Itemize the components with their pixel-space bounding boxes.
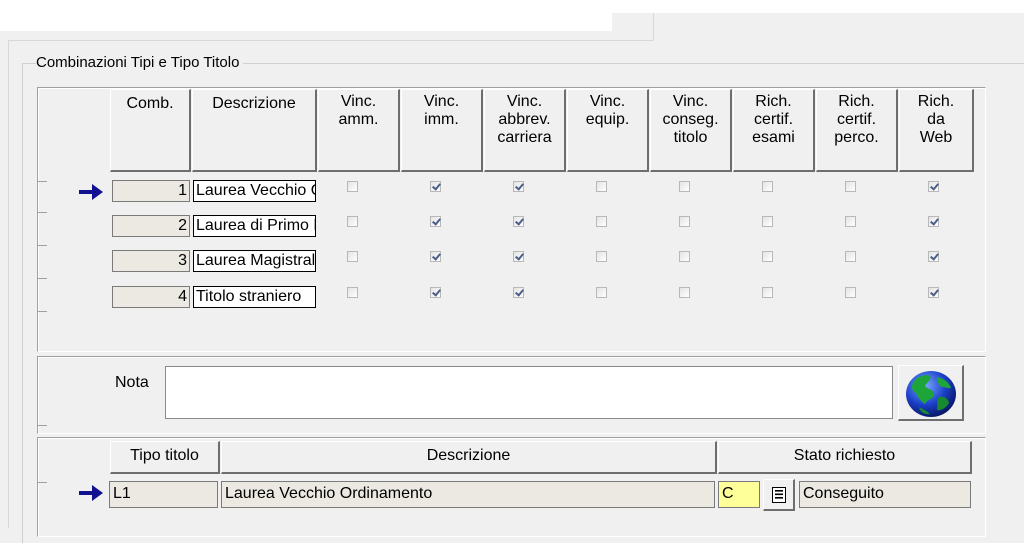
row-marker: [38, 245, 47, 246]
row-marker: [38, 425, 47, 426]
row-marker: [38, 181, 47, 182]
stato-code-input[interactable]: C: [718, 481, 760, 508]
divider: [8, 40, 9, 528]
checkbox-rich-certif-esami[interactable]: [762, 181, 773, 192]
header-descrizione[interactable]: Descrizione: [221, 441, 717, 474]
lookup-list-icon: [772, 487, 786, 503]
checkbox-rich-da-web[interactable]: [928, 251, 939, 262]
checkbox-rich-da-web[interactable]: [928, 181, 939, 192]
comb-number[interactable]: 1: [112, 180, 190, 202]
checkbox-vinc-imm[interactable]: [430, 216, 441, 227]
checkbox-vinc-conseg-titolo[interactable]: [679, 251, 690, 262]
top-blank-area: [0, 0, 612, 31]
row-marker: [38, 212, 47, 213]
checkbox-rich-certif-perco[interactable]: [845, 181, 856, 192]
header-rich-certif-esami[interactable]: Rich. certif. esami: [733, 89, 815, 172]
checkbox-vinc-imm[interactable]: [430, 287, 441, 298]
checkbox-vinc-amm[interactable]: [347, 216, 358, 227]
comb-description[interactable]: Titolo straniero: [193, 286, 316, 308]
checkbox-vinc-abbrev-carriera[interactable]: [513, 251, 524, 262]
globe-button[interactable]: [898, 365, 964, 421]
header-vinc-imm[interactable]: Vinc. imm.: [401, 89, 483, 172]
row-marker: [38, 278, 47, 279]
group-title: Combinazioni Tipi e Tipo Titolo: [36, 52, 244, 74]
header-stato-richiesto[interactable]: Stato richiesto: [718, 441, 972, 474]
header-vinc-amm[interactable]: Vinc. amm.: [318, 89, 400, 172]
comb-number[interactable]: 2: [112, 215, 190, 237]
header-vinc-abbrev-carriera[interactable]: Vinc. abbrev. carriera: [484, 89, 566, 172]
checkbox-vinc-amm[interactable]: [347, 251, 358, 262]
checkbox-vinc-abbrev-carriera[interactable]: [513, 287, 524, 298]
checkbox-rich-certif-esami[interactable]: [762, 287, 773, 298]
header-rich-certif-perco[interactable]: Rich. certif. perco.: [816, 89, 898, 172]
checkbox-vinc-conseg-titolo[interactable]: [679, 287, 690, 298]
checkbox-rich-certif-esami[interactable]: [762, 216, 773, 227]
comb-description[interactable]: Laurea di Primo Livello: [193, 215, 316, 237]
row-marker: [38, 311, 47, 312]
checkbox-vinc-conseg-titolo[interactable]: [679, 181, 690, 192]
header-tipo-titolo[interactable]: Tipo titolo: [110, 441, 220, 474]
globe-icon: [906, 371, 956, 417]
checkbox-rich-certif-perco[interactable]: [845, 287, 856, 298]
header-vinc-equip[interactable]: Vinc. equip.: [567, 89, 649, 172]
tipo-descrizione-field[interactable]: Laurea Vecchio Ordinamento: [221, 481, 715, 508]
comb-description[interactable]: Laurea Magistrale: [193, 250, 316, 272]
checkbox-vinc-amm[interactable]: [347, 181, 358, 192]
checkbox-rich-certif-perco[interactable]: [845, 216, 856, 227]
checkbox-vinc-abbrev-carriera[interactable]: [513, 216, 524, 227]
checkbox-rich-certif-esami[interactable]: [762, 251, 773, 262]
checkbox-vinc-imm[interactable]: [430, 181, 441, 192]
checkbox-rich-da-web[interactable]: [928, 216, 939, 227]
nota-label: Nota: [115, 374, 149, 391]
divider: [653, 13, 654, 41]
header-descrizione[interactable]: Descrizione: [192, 89, 317, 172]
checkbox-vinc-abbrev-carriera[interactable]: [513, 181, 524, 192]
comb-number[interactable]: 4: [112, 286, 190, 308]
checkbox-vinc-equip[interactable]: [596, 216, 607, 227]
checkbox-vinc-amm[interactable]: [347, 287, 358, 298]
comb-number[interactable]: 3: [112, 250, 190, 272]
lookup-button[interactable]: [763, 479, 795, 511]
row-marker: [38, 482, 47, 483]
nota-textarea[interactable]: [165, 366, 893, 419]
top-blank-area-right: [612, 0, 1024, 13]
checkbox-vinc-equip[interactable]: [596, 287, 607, 298]
arrow-right-icon: [79, 485, 103, 501]
checkbox-vinc-equip[interactable]: [596, 181, 607, 192]
checkbox-vinc-equip[interactable]: [596, 251, 607, 262]
checkbox-vinc-imm[interactable]: [430, 251, 441, 262]
divider: [8, 40, 654, 41]
stato-descrizione-field[interactable]: Conseguito: [799, 481, 971, 508]
comb-description[interactable]: Laurea Vecchio Ordinamento: [193, 180, 316, 202]
header-rich-da-web[interactable]: Rich. da Web: [899, 89, 974, 172]
checkbox-rich-certif-perco[interactable]: [845, 251, 856, 262]
header-vinc-conseg-titolo[interactable]: Vinc. conseg. titolo: [650, 89, 732, 172]
checkbox-rich-da-web[interactable]: [928, 287, 939, 298]
checkbox-vinc-conseg-titolo[interactable]: [679, 216, 690, 227]
tipo-titolo-field[interactable]: L1: [109, 481, 218, 508]
arrow-right-icon: [79, 184, 103, 200]
header-comb[interactable]: Comb.: [110, 89, 191, 172]
